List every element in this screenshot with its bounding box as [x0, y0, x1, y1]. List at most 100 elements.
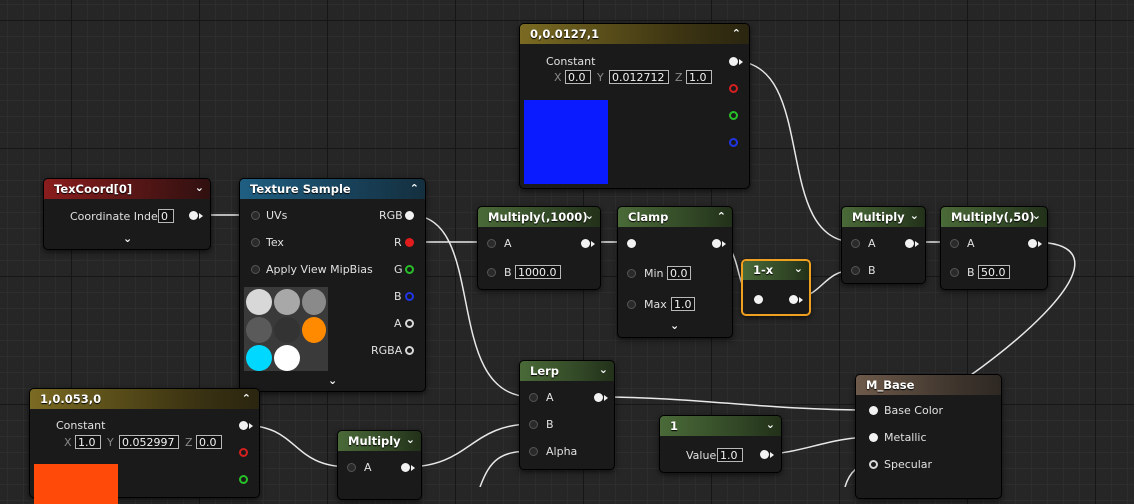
- one-minus-node[interactable]: 1-x ⌄: [741, 259, 811, 316]
- z-field[interactable]: 0.0: [196, 435, 222, 449]
- node-title: 0,0.0127,1: [520, 24, 749, 44]
- constant-one-node[interactable]: 1 ⌄ Value 1.0: [659, 415, 782, 473]
- chevron-down-icon[interactable]: ⌄: [910, 209, 919, 222]
- z-label: Z: [185, 436, 193, 449]
- b-label: B: [546, 418, 554, 431]
- output-pin[interactable]: [905, 239, 914, 248]
- b-input-pin[interactable]: [529, 420, 538, 429]
- chevron-down-icon[interactable]: ⌄: [195, 181, 204, 194]
- y-field[interactable]: 0.012712: [609, 70, 669, 84]
- chevron-down-icon[interactable]: ⌄: [766, 418, 775, 431]
- g-label: G: [394, 263, 403, 276]
- uvs-input-pin[interactable]: [251, 211, 260, 220]
- multiply-node-bottom[interactable]: Multiply ⌄ A: [337, 430, 422, 500]
- chevron-up-icon[interactable]: ⌃: [242, 392, 251, 405]
- expand-chevron-icon[interactable]: ⌄: [123, 232, 132, 245]
- b-value-field[interactable]: 50.0: [978, 265, 1010, 279]
- output-pin[interactable]: [189, 211, 198, 220]
- a-label: A: [504, 237, 512, 250]
- clamp-node[interactable]: Clamp ⌃ Min 0.0 Max 1.0 ⌄: [617, 206, 733, 338]
- chevron-down-icon[interactable]: ⌄: [599, 363, 608, 376]
- lerp-node[interactable]: Lerp ⌄ A B Alpha: [519, 360, 615, 470]
- output-pin[interactable]: [581, 239, 590, 248]
- alpha-input-pin[interactable]: [529, 447, 538, 456]
- output-arrow-icon: [1038, 241, 1042, 247]
- b-input-pin[interactable]: [950, 268, 959, 277]
- texture-sample-node[interactable]: Texture Sample ⌃ UVs Tex Apply View MipB…: [239, 178, 426, 392]
- r-output-pin[interactable]: [405, 238, 414, 247]
- wire-const-top-to-multiply-a: [732, 60, 856, 243]
- a-input-pin[interactable]: [487, 239, 496, 248]
- a-input-pin[interactable]: [851, 239, 860, 248]
- rgb-output-pin[interactable]: [405, 211, 414, 220]
- output-pin[interactable]: [729, 57, 738, 66]
- metallic-input-pin[interactable]: [869, 433, 878, 442]
- multiply-1000-node[interactable]: Multiply(,1000) ⌄ A B 1000.0: [477, 206, 601, 290]
- output-arrow-icon: [249, 423, 253, 429]
- max-value-field[interactable]: 1.0: [671, 297, 695, 311]
- output-pin-r[interactable]: [239, 448, 248, 457]
- a-input-pin[interactable]: [347, 463, 356, 472]
- m-base-node[interactable]: M_Base Base Color Metallic Specular: [855, 374, 1002, 499]
- color-preview: [34, 464, 118, 504]
- texcoord-node[interactable]: TexCoord[0] ⌄ Coordinate Index 0 ⌄: [43, 178, 211, 250]
- g-output-pin[interactable]: [405, 265, 414, 274]
- node-title: 1: [660, 416, 781, 436]
- a-input-pin[interactable]: [950, 239, 959, 248]
- multiply-50-node[interactable]: Multiply(,50) ⌄ A B 50.0: [940, 206, 1048, 290]
- b-input-pin[interactable]: [851, 266, 860, 275]
- a-input-pin[interactable]: [529, 393, 538, 402]
- base-color-label: Base Color: [884, 404, 944, 417]
- chevron-up-icon[interactable]: ⌃: [732, 27, 741, 40]
- expand-chevron-icon[interactable]: ⌄: [670, 319, 679, 332]
- max-input-pin[interactable]: [627, 300, 636, 309]
- value-field[interactable]: 1.0: [717, 448, 743, 462]
- chevron-down-icon[interactable]: ⌄: [585, 209, 594, 222]
- node-title: Clamp: [618, 207, 732, 227]
- y-label: Y: [597, 71, 604, 84]
- multiply-node[interactable]: Multiply ⌄ A B: [841, 206, 926, 284]
- chevron-up-icon[interactable]: ⌃: [717, 210, 726, 223]
- b-value-field[interactable]: 1000.0: [515, 265, 561, 279]
- output-pin[interactable]: [239, 421, 248, 430]
- output-pin[interactable]: [789, 295, 798, 304]
- output-pin-b[interactable]: [729, 138, 738, 147]
- output-pin[interactable]: [1028, 239, 1037, 248]
- input-pin[interactable]: [754, 295, 763, 304]
- a-label: A: [364, 461, 372, 474]
- a-output-pin[interactable]: [405, 319, 414, 328]
- mipbias-input-pin[interactable]: [251, 265, 260, 274]
- constant-node-bottom[interactable]: 1,0.053,0 ⌃ Constant X 1.0 Y 0.052997 Z …: [29, 388, 260, 504]
- min-value-field[interactable]: 0.0: [667, 266, 691, 280]
- z-field[interactable]: 1.0: [686, 70, 712, 84]
- x-field[interactable]: 1.0: [75, 435, 101, 449]
- wire-lerp-to-basecolor: [597, 396, 873, 411]
- output-pin-g[interactable]: [729, 111, 738, 120]
- output-pin[interactable]: [712, 239, 721, 248]
- input-pin[interactable]: [627, 239, 636, 248]
- b-output-pin[interactable]: [405, 292, 414, 301]
- specular-input-pin[interactable]: [869, 460, 878, 469]
- output-pin-g[interactable]: [239, 475, 248, 484]
- expand-chevron-icon[interactable]: ⌄: [328, 374, 337, 387]
- output-pin[interactable]: [401, 463, 410, 472]
- mipbias-label: Apply View MipBias: [266, 263, 373, 276]
- x-field[interactable]: 0.0: [565, 70, 591, 84]
- rgba-output-pin[interactable]: [405, 346, 414, 355]
- chevron-down-icon[interactable]: ⌄: [794, 262, 803, 275]
- constant-node-top[interactable]: 0,0.0127,1 ⌃ Constant X 0.0 Y 0.012712 Z…: [519, 23, 750, 189]
- y-field[interactable]: 0.052997: [119, 435, 179, 449]
- coordinate-index-field[interactable]: 0: [158, 209, 174, 223]
- output-pin[interactable]: [594, 393, 603, 402]
- chevron-up-icon[interactable]: ⌃: [410, 182, 419, 195]
- output-pin[interactable]: [760, 450, 769, 459]
- output-pin-r[interactable]: [729, 84, 738, 93]
- output-arrow-icon: [739, 59, 743, 65]
- base-color-input-pin[interactable]: [869, 406, 878, 415]
- chevron-down-icon[interactable]: ⌄: [406, 433, 415, 446]
- b-input-pin[interactable]: [487, 268, 496, 277]
- node-title: TexCoord[0]: [44, 179, 210, 199]
- tex-input-pin[interactable]: [251, 238, 260, 247]
- min-input-pin[interactable]: [627, 269, 636, 278]
- chevron-down-icon[interactable]: ⌄: [1032, 209, 1041, 222]
